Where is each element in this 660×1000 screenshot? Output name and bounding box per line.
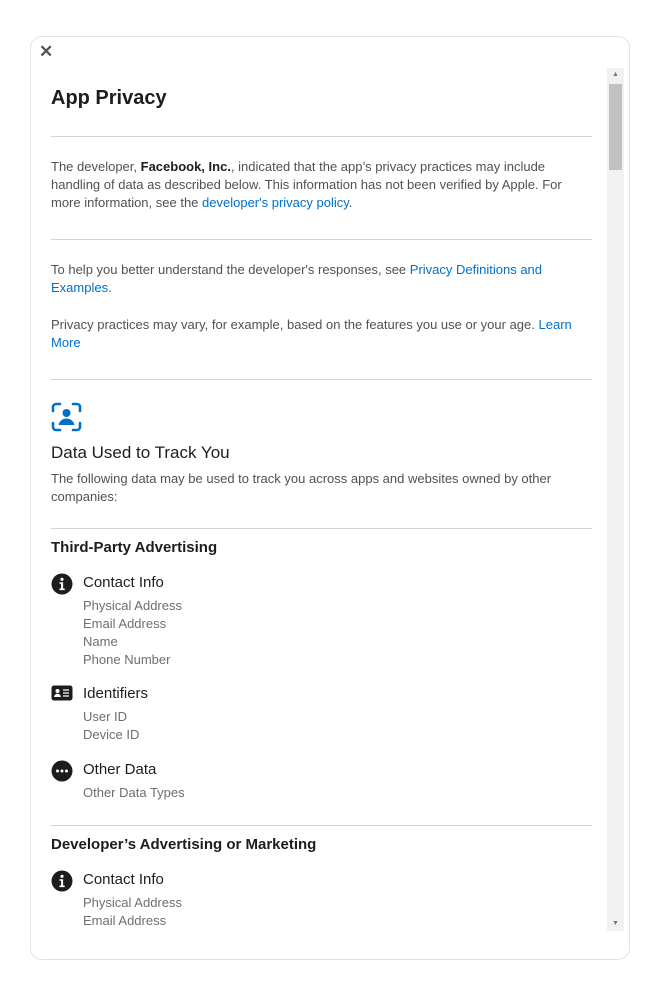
divider [51, 136, 592, 137]
scroll-down-arrow-icon[interactable]: ▼ [607, 917, 624, 931]
data-category: Contact Info Physical Address Email Addres… [51, 573, 592, 669]
close-button[interactable]: ✕ [39, 43, 53, 61]
scrollbar-thumb[interactable] [609, 84, 622, 170]
info-icon [51, 870, 83, 931]
track-you-icon [51, 402, 592, 432]
section-title: Third-Party Advertising [51, 539, 218, 556]
data-type: User ID [83, 709, 128, 724]
vary-text: Privacy practices may vary, for example,… [51, 317, 572, 350]
data-type: Name [83, 634, 118, 649]
data-type: Physical Address [83, 598, 182, 613]
info-icon [51, 573, 83, 669]
divider [51, 239, 592, 240]
app-privacy-modal: ✕ App Privacy The developer, Facebook, I… [30, 36, 630, 960]
developer-name: Facebook, Inc. [140, 159, 231, 174]
data-type: Email Address [83, 616, 167, 631]
data-type: Name [83, 930, 182, 931]
data-category: Contact Info Physical Address Email Addres… [51, 870, 592, 931]
data-type: Email Address [83, 913, 167, 928]
divider [51, 528, 592, 529]
data-type: Physical Address [83, 895, 182, 910]
category-title: Identifiers [83, 685, 149, 702]
scroll-up-arrow-icon[interactable]: ▲ [607, 68, 624, 82]
ellipsis-icon [51, 760, 83, 802]
divider [51, 379, 592, 380]
section-title: Developer’s Advertising or Marketing [51, 836, 317, 853]
data-category: Identifiers User ID Device ID [51, 684, 592, 744]
category-title: Contact Info [83, 574, 164, 591]
data-category: Other Data Other Data Types [51, 760, 592, 802]
track-heading: Data Used to Track You [51, 443, 230, 462]
category-title: Contact Info [83, 871, 164, 888]
page-title: App Privacy [51, 87, 167, 109]
data-type: Device ID [83, 727, 140, 742]
category-title: Other Data [83, 761, 157, 778]
modal-content: App Privacy The developer, Facebook, Inc… [31, 68, 607, 931]
data-type: Other Data Types [83, 785, 185, 800]
divider [51, 825, 592, 826]
scrollbar[interactable]: ▲ ▼ [607, 68, 624, 931]
track-description: The following data may be used to track … [51, 471, 552, 504]
help-text: To help you better understand the develo… [51, 262, 543, 295]
id-card-icon [51, 684, 83, 744]
data-type: Phone Number [83, 652, 171, 667]
intro-text: The developer, Facebook, Inc., indicated… [51, 159, 562, 210]
privacy-policy-link[interactable]: developer's privacy policy [202, 195, 349, 210]
